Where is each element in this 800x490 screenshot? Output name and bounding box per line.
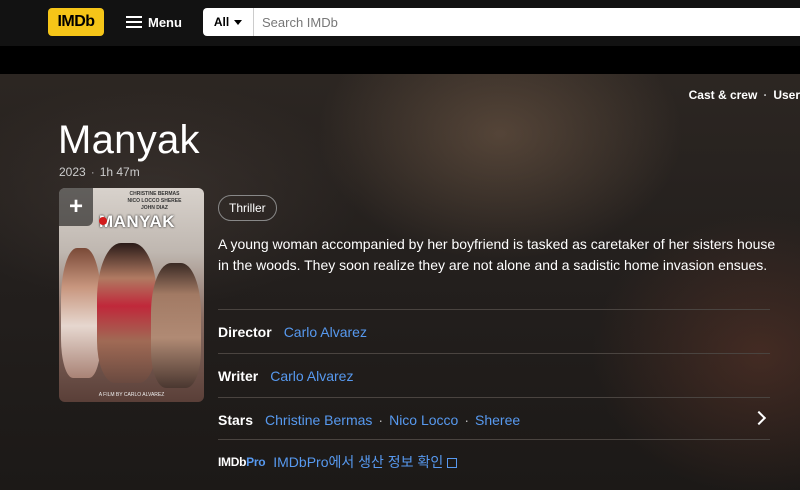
hamburger-icon bbox=[126, 16, 142, 28]
poster-red-dot bbox=[99, 217, 107, 225]
poster-figure bbox=[61, 248, 101, 378]
plot-summary: A young woman accompanied by her boyfrie… bbox=[218, 236, 776, 273]
imdbpro-row: IMDbPro IMDbPro에서 생산 정보 확인 bbox=[218, 439, 770, 484]
imdb-logo[interactable]: IMDb bbox=[48, 8, 104, 36]
writer-row: Writer Carlo Alvarez bbox=[218, 353, 770, 398]
separator-dot: · bbox=[378, 412, 384, 428]
menu-button[interactable]: Menu bbox=[126, 10, 182, 34]
poster-title-text: MANYAK bbox=[98, 212, 176, 231]
poster-figure bbox=[151, 263, 201, 388]
imdbpro-logo[interactable]: IMDbPro bbox=[218, 455, 266, 469]
search-category-label: All bbox=[213, 15, 230, 29]
top-navbar: IMDb Menu All bbox=[0, 0, 800, 46]
director-label: Director bbox=[218, 324, 272, 340]
writer-link[interactable]: Carlo Alvarez bbox=[270, 368, 353, 384]
genre-chip[interactable]: Thriller bbox=[218, 195, 277, 221]
cast-crew-link[interactable]: Cast & crew bbox=[689, 88, 758, 102]
add-to-watchlist-button[interactable]: + bbox=[59, 188, 93, 226]
director-link[interactable]: Carlo Alvarez bbox=[284, 324, 367, 340]
user-reviews-link[interactable]: User bbox=[773, 88, 800, 102]
search-input[interactable] bbox=[254, 8, 800, 36]
star-link[interactable]: Christine Bermas bbox=[265, 412, 372, 428]
star-link[interactable]: Nico Locco bbox=[389, 412, 458, 428]
poster-figure bbox=[97, 243, 157, 383]
title-top-links: Cast & crew · User bbox=[689, 88, 800, 102]
title-meta: 2023 · 1h 47m bbox=[59, 165, 140, 179]
page-title: Manyak bbox=[58, 118, 200, 162]
separator-dot: · bbox=[90, 165, 95, 179]
external-link-icon bbox=[447, 458, 458, 468]
separator-dot: · bbox=[763, 88, 768, 102]
stars-label: Stars bbox=[218, 412, 254, 428]
writer-label: Writer bbox=[218, 368, 259, 384]
separator-dot: · bbox=[464, 412, 470, 428]
menu-label: Menu bbox=[148, 14, 182, 30]
runtime: 1h 47m bbox=[99, 165, 140, 179]
chevron-right-icon bbox=[751, 410, 767, 426]
poster-footer-text: A FILM BY CARLO ALVAREZ bbox=[98, 392, 165, 398]
chevron-down-icon bbox=[234, 19, 243, 25]
plus-icon: + bbox=[68, 193, 83, 220]
search-category-dropdown[interactable]: All bbox=[203, 8, 254, 36]
search-bar: All bbox=[203, 8, 800, 36]
poster-cast-text: CHRISTINE BERMAS NICO LOCCO SHEREE JOHN … bbox=[127, 191, 182, 211]
imdbpro-link[interactable]: IMDbPro에서 생산 정보 확인 bbox=[273, 452, 443, 472]
stars-row[interactable]: Stars Christine Bermas · Nico Locco · Sh… bbox=[218, 397, 770, 442]
release-year[interactable]: 2023 bbox=[59, 165, 86, 179]
nav-strip bbox=[0, 46, 800, 74]
director-row: Director Carlo Alvarez bbox=[218, 309, 770, 354]
star-link[interactable]: Sheree bbox=[475, 412, 520, 428]
